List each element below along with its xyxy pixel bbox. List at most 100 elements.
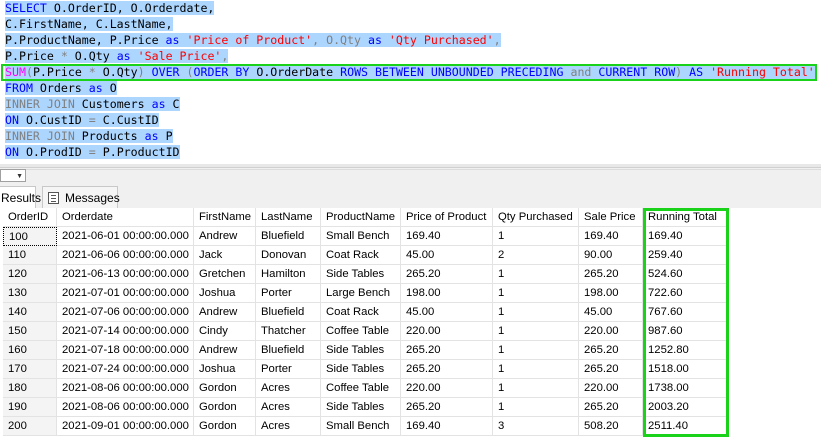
table-cell[interactable]: Gretchen [194, 265, 256, 284]
table-cell[interactable]: 120 [3, 265, 57, 284]
sql-editor[interactable]: SELECT O.OrderID, O.Orderdate, C.FirstNa… [0, 0, 821, 164]
column-header[interactable]: Orderdate [57, 208, 194, 227]
column-header[interactable]: ProductName [321, 208, 401, 227]
table-cell[interactable]: 2021-06-06 00:00:00.000 [57, 246, 194, 265]
table-cell[interactable]: 767.60 [643, 303, 729, 322]
table-cell[interactable]: Bluefield [256, 303, 321, 322]
sql-line-10[interactable]: ON O.ProdID = P.ProductID [5, 144, 180, 160]
table-cell[interactable]: 169.40 [401, 227, 493, 246]
table-cell[interactable]: Gordon [194, 379, 256, 398]
table-cell[interactable]: Joshua [194, 360, 256, 379]
table-cell[interactable]: 1 [493, 284, 579, 303]
table-cell[interactable]: 2021-07-06 00:00:00.000 [57, 303, 194, 322]
table-cell[interactable]: Jack [194, 246, 256, 265]
sql-line-6[interactable]: FROM Orders as O [5, 80, 117, 96]
table-cell[interactable]: 1 [493, 303, 579, 322]
table-cell[interactable]: 265.20 [401, 398, 493, 417]
column-header[interactable]: Sale Price [579, 208, 643, 227]
table-cell[interactable]: 90.00 [579, 246, 643, 265]
table-cell[interactable]: 1 [493, 265, 579, 284]
table-cell[interactable]: Small Bench [321, 227, 401, 246]
table-cell[interactable]: Cindy [194, 322, 256, 341]
table-cell[interactable]: 198.00 [579, 284, 643, 303]
table-cell[interactable]: 1 [493, 227, 579, 246]
sql-line-2[interactable]: C.FirstName, C.LastName, [5, 16, 173, 32]
table-cell[interactable]: 110 [3, 246, 57, 265]
table-cell[interactable]: Coffee Table [321, 322, 401, 341]
table-cell[interactable]: 45.00 [401, 246, 493, 265]
sql-line-3[interactable]: P.ProductName, P.Price as 'Price of Prod… [5, 32, 501, 48]
table-cell[interactable]: Side Tables [321, 341, 401, 360]
sql-line-5[interactable]: SUM(P.Price * O.Qty) OVER (ORDER BY O.Or… [5, 64, 815, 80]
table-cell[interactable]: Coffee Table [321, 379, 401, 398]
column-header[interactable]: LastName [256, 208, 321, 227]
table-cell[interactable]: 2021-07-01 00:00:00.000 [57, 284, 194, 303]
table-cell[interactable]: 3 [493, 417, 579, 436]
table-cell[interactable]: 198.00 [401, 284, 493, 303]
table-cell[interactable]: 1 [493, 341, 579, 360]
table-cell[interactable]: Small Bench [321, 417, 401, 436]
table-cell[interactable]: 180 [3, 379, 57, 398]
table-cell[interactable]: 130 [3, 284, 57, 303]
table-cell[interactable]: 45.00 [579, 303, 643, 322]
sql-line-4[interactable]: P.Price * O.Qty as 'Sale Price', [5, 48, 229, 64]
table-cell[interactable]: 524.60 [643, 265, 729, 284]
sql-line-8[interactable]: ON O.CustID = C.CustID [5, 112, 159, 128]
table-cell[interactable]: 200 [3, 417, 57, 436]
table-cell[interactable]: Side Tables [321, 265, 401, 284]
table-cell[interactable]: 140 [3, 303, 57, 322]
horizontal-scrollbar[interactable] [26, 169, 821, 183]
table-cell[interactable]: Side Tables [321, 360, 401, 379]
column-header[interactable]: OrderID [3, 208, 57, 227]
table-row[interactable]: 100 2021-06-01 00:00:00.000 Andrew Bluefiel… [0, 227, 740, 246]
table-cell[interactable]: 508.20 [579, 417, 643, 436]
table-cell[interactable]: 259.40 [643, 246, 729, 265]
table-cell[interactable]: 190 [3, 398, 57, 417]
grid-header-row[interactable]: OrderID Orderdate FirstName LastName Product… [0, 208, 740, 227]
table-cell[interactable]: 265.20 [579, 398, 643, 417]
column-header[interactable]: Running Total [643, 208, 729, 227]
table-cell[interactable]: 1 [493, 379, 579, 398]
table-cell[interactable]: Large Bench [321, 284, 401, 303]
sql-line-7[interactable]: INNER JOIN Customers as C [5, 96, 180, 112]
table-cell[interactable]: 169.40 [401, 417, 493, 436]
table-cell[interactable]: Donovan [256, 246, 321, 265]
table-cell[interactable]: 169.40 [643, 227, 729, 246]
table-cell[interactable]: Hamilton [256, 265, 321, 284]
column-header[interactable]: FirstName [194, 208, 256, 227]
table-cell[interactable]: 265.20 [579, 341, 643, 360]
table-cell[interactable]: Porter [256, 284, 321, 303]
table-cell[interactable]: Andrew [194, 341, 256, 360]
table-cell[interactable]: 220.00 [401, 322, 493, 341]
column-header[interactable]: Price of Product [401, 208, 493, 227]
table-cell[interactable]: Acres [256, 379, 321, 398]
table-cell[interactable]: 1518.00 [643, 360, 729, 379]
table-cell[interactable]: 220.00 [401, 379, 493, 398]
table-cell[interactable]: 2021-08-06 00:00:00.000 [57, 398, 194, 417]
table-cell[interactable]: 1 [493, 360, 579, 379]
tab-messages[interactable]: Messages [42, 186, 120, 208]
table-row[interactable]: 120 2021-06-13 00:00:00.000 Gretchen Hamilt… [0, 265, 740, 284]
table-cell[interactable]: 2021-06-01 00:00:00.000 [57, 227, 194, 246]
column-header[interactable]: Qty Purchased [493, 208, 579, 227]
table-cell[interactable]: 2021-08-06 00:00:00.000 [57, 379, 194, 398]
table-row[interactable]: 190 2021-08-06 00:00:00.000 Gordon Acres Sid… [0, 398, 740, 417]
table-cell[interactable]: 2021-06-13 00:00:00.000 [57, 265, 194, 284]
table-cell[interactable]: Thatcher [256, 322, 321, 341]
table-cell[interactable]: 45.00 [401, 303, 493, 322]
table-row[interactable]: 110 2021-06-06 00:00:00.000 Jack Donovan Coa… [0, 246, 740, 265]
table-row[interactable]: 160 2021-07-18 00:00:00.000 Andrew Bluefiel… [0, 341, 740, 360]
table-row[interactable]: 170 2021-07-24 00:00:00.000 Joshua Porter Si… [0, 360, 740, 379]
table-cell[interactable]: Side Tables [321, 398, 401, 417]
table-cell[interactable]: 1738.00 [643, 379, 729, 398]
table-row[interactable]: 180 2021-08-06 00:00:00.000 Gordon Acres Cof… [0, 379, 740, 398]
table-cell[interactable]: 1252.80 [643, 341, 729, 360]
table-cell[interactable]: 265.20 [401, 360, 493, 379]
table-row[interactable]: 130 2021-07-01 00:00:00.000 Joshua Porter La… [0, 284, 740, 303]
table-cell[interactable]: 2 [493, 246, 579, 265]
sql-line-9[interactable]: INNER JOIN Products as P [5, 128, 173, 144]
table-cell[interactable]: Andrew [194, 227, 256, 246]
table-cell[interactable]: 2003.20 [643, 398, 729, 417]
table-cell[interactable]: 170 [3, 360, 57, 379]
table-cell[interactable]: 722.60 [643, 284, 729, 303]
